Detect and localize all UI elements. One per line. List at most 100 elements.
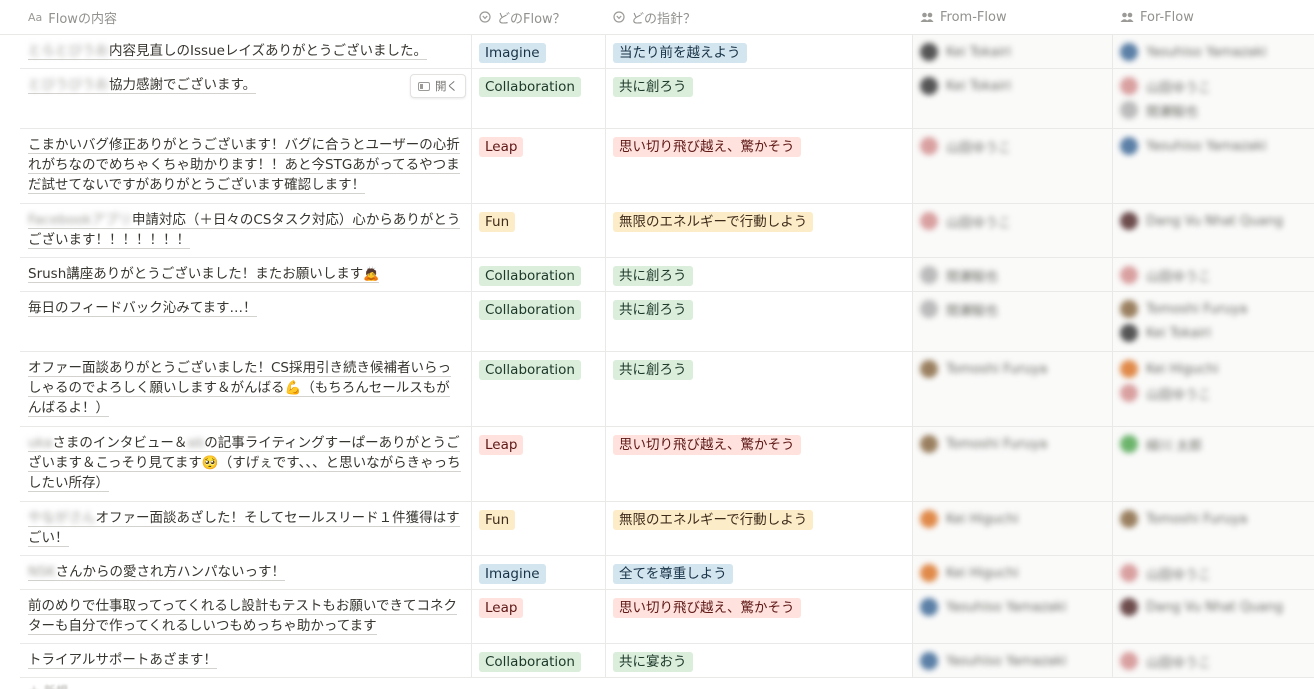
from-flow-cell[interactable]: Kei Tokairi — [912, 69, 1112, 128]
flow-content-cell[interactable]: やながさんオファー面談あざした！そしてセールスリード１件獲得はすごい！ — [20, 502, 471, 555]
table-row[interactable]: とらとびうお内容見直しのIssueレイズありがとうございました。 Imagine 当… — [20, 35, 1314, 69]
new-row-button[interactable]: ＋ 新規 — [28, 682, 68, 689]
open-page-button[interactable]: 開く — [410, 74, 466, 98]
shishin-select-cell[interactable]: 共に創ろう — [605, 69, 912, 128]
table-row[interactable]: オファー面談ありがとうございました！CS採用引き続き候補者いらっしゃるのでよろし… — [20, 352, 1314, 427]
person-chip: Yasuhiso Yamazaki — [920, 651, 1104, 671]
column-divider — [471, 35, 472, 678]
flow-select-cell[interactable]: Imagine — [471, 556, 605, 589]
flow-content-cell[interactable]: Srush講座ありがとうございました！またお願いします🙇 — [20, 258, 471, 291]
flow-content-part: 前のめりで仕事取ってってくれるし設計もテストもお願いできてコネクターも自分で作っ… — [28, 598, 458, 634]
column-header-from[interactable]: From-Flow — [912, 0, 1112, 34]
column-header-for-label: For-Flow — [1140, 9, 1194, 25]
table-row[interactable]: 毎日のフィードバック沁みてます…！ Collaboration 共に創ろう 間瀬駿也 T… — [20, 292, 1314, 352]
for-flow-cell[interactable]: 山田ゆうこ — [1112, 644, 1314, 677]
for-flow-cell[interactable]: 山田ゆうこ — [1112, 258, 1314, 291]
table-header: Aa Flowの内容 どのFlow？ どの指針？ From-Flow For-F… — [0, 0, 1314, 35]
flow-select-cell[interactable]: Collaboration — [471, 292, 605, 351]
column-header-shishin[interactable]: どの指針？ — [605, 0, 912, 34]
from-flow-cell[interactable]: Yasuhiso Yamazaki — [912, 644, 1112, 677]
column-header-title[interactable]: Aa Flowの内容 — [20, 0, 471, 34]
for-flow-cell[interactable]: 緑川 太郎 — [1112, 427, 1314, 501]
flow-select-cell[interactable]: Collaboration — [471, 258, 605, 291]
for-flow-cell[interactable]: 山田ゆうこ — [1112, 556, 1314, 589]
shishin-select-cell[interactable]: 当たり前を越えよう — [605, 35, 912, 68]
flow-content-cell[interactable]: オファー面談ありがとうございました！CS採用引き続き候補者いらっしゃるのでよろし… — [20, 352, 471, 426]
table-row[interactable]: Facebookアプリ申請対応（＋日々のCSタスク対応）心からありがとうございま… — [20, 204, 1314, 258]
person-chip: 山田ゆうこ — [1120, 651, 1306, 671]
flow-content-cell[interactable]: 前のめりで仕事取ってってくれるし設計もテストもお願いできてコネクターも自分で作っ… — [20, 590, 471, 643]
shishin-select-cell[interactable]: 思い切り飛び越え、驚かそう — [605, 590, 912, 643]
flow-select-cell[interactable]: Leap — [471, 427, 605, 501]
flow-tag: Collaboration — [479, 300, 581, 320]
person-chip: 山田ゆうこ — [1120, 383, 1306, 403]
shishin-select-cell[interactable]: 共に創ろう — [605, 292, 912, 351]
flow-select-cell[interactable]: Leap — [471, 129, 605, 203]
from-flow-cell[interactable]: Tomoshi Furuya — [912, 352, 1112, 426]
table-row[interactable]: Srush講座ありがとうございました！またお願いします🙇 Collaboratio… — [20, 258, 1314, 292]
flow-content-cell[interactable]: とびうびうお協力感謝でございます。 開く — [20, 69, 471, 128]
table-row[interactable]: やながさんオファー面談あざした！そしてセールスリード１件獲得はすごい！ Fun 無限… — [20, 502, 1314, 556]
from-flow-cell[interactable]: Yasuhiso Yamazaki — [912, 590, 1112, 643]
from-flow-cell[interactable]: 山田ゆうこ — [912, 204, 1112, 257]
flow-select-cell[interactable]: Collaboration — [471, 352, 605, 426]
flow-content-cell[interactable]: Facebookアプリ申請対応（＋日々のCSタスク対応）心からありがとうございま… — [20, 204, 471, 257]
shishin-tag: 共に創ろう — [613, 77, 693, 97]
shishin-tag: 無限のエネルギーで行動しよう — [613, 212, 814, 232]
shishin-select-cell[interactable]: 思い切り飛び越え、驚かそう — [605, 427, 912, 501]
table-row[interactable]: ukaさまのインタビュー＆abの記事ライティングすーぱーありがとうございます＆こ… — [20, 427, 1314, 502]
flow-content-cell[interactable]: NSKさんからの愛され方ハンパないっす！ — [20, 556, 471, 589]
column-header-for[interactable]: For-Flow — [1112, 0, 1314, 34]
from-flow-cell[interactable]: 間瀬駿也 — [912, 258, 1112, 291]
person-chip: Kei Tokairi — [920, 42, 1104, 62]
for-flow-cell[interactable]: Yasuhiso Yamazaki — [1112, 35, 1314, 68]
flow-content-cell[interactable]: 毎日のフィードバック沁みてます…！ — [20, 292, 471, 351]
shishin-select-cell[interactable]: 共に創ろう — [605, 352, 912, 426]
table-row[interactable]: トライアルサポートあざます！ Collaboration 共に宴おう Yasuhiso… — [20, 644, 1314, 678]
for-flow-cell[interactable]: Dang Vu Nhat Quang — [1112, 204, 1314, 257]
table-row[interactable]: 前のめりで仕事取ってってくれるし設計もテストもお願いできてコネクターも自分で作っ… — [20, 590, 1314, 644]
flow-content-cell[interactable]: トライアルサポートあざます！ — [20, 644, 471, 677]
flow-content-text: オファー面談ありがとうございました！CS採用引き続き候補者いらっしゃるのでよろし… — [28, 360, 451, 417]
for-flow-cell[interactable]: Dang Vu Nhat Quang — [1112, 590, 1314, 643]
flow-select-cell[interactable]: Fun — [471, 502, 605, 555]
shishin-select-cell[interactable]: 共に宴おう — [605, 644, 912, 677]
for-flow-cell[interactable]: Tomoshi Furuya — [1112, 502, 1314, 555]
avatar — [1120, 435, 1138, 453]
shishin-select-cell[interactable]: 思い切り飛び越え、驚かそう — [605, 129, 912, 203]
from-flow-cell[interactable]: 間瀬駿也 — [912, 292, 1112, 351]
flow-select-cell[interactable]: Collaboration — [471, 69, 605, 128]
from-flow-cell[interactable]: Tomoshi Furuya — [912, 427, 1112, 501]
flow-content-part: こまかいバグ修正ありがとうございます！バグに合うとユーザーの心折れがちなのでめち… — [28, 137, 460, 193]
person-chip: Yasuhiso Yamazaki — [920, 597, 1104, 617]
flow-select-cell[interactable]: Fun — [471, 204, 605, 257]
shishin-select-cell[interactable]: 全てを尊重しよう — [605, 556, 912, 589]
flow-select-cell[interactable]: Collaboration — [471, 644, 605, 677]
shishin-select-cell[interactable]: 共に創ろう — [605, 258, 912, 291]
flow-content-cell[interactable]: ukaさまのインタビュー＆abの記事ライティングすーぱーありがとうございます＆こ… — [20, 427, 471, 501]
new-row-label: 新規 — [44, 684, 68, 689]
table-row[interactable]: NSKさんからの愛され方ハンパないっす！ Imagine 全てを尊重しよう Kei H… — [20, 556, 1314, 590]
flow-content-text: とらとびうお内容見直しのIssueレイズありがとうございました。 — [28, 43, 428, 60]
table-row[interactable]: とびうびうお協力感謝でございます。 開く Collaboration 共に創ろう Kei… — [20, 69, 1314, 129]
from-flow-cell[interactable]: Kei Higuchi — [912, 556, 1112, 589]
flow-content-cell[interactable]: とらとびうお内容見直しのIssueレイズありがとうございました。 — [20, 35, 471, 68]
for-flow-cell[interactable]: Yasuhiso Yamazaki — [1112, 129, 1314, 203]
flow-select-cell[interactable]: Leap — [471, 590, 605, 643]
flow-content-part: さんからの愛され方ハンパないっす！ — [55, 564, 286, 580]
shishin-select-cell[interactable]: 無限のエネルギーで行動しよう — [605, 502, 912, 555]
for-flow-cell[interactable]: Kei Higuchi 山田ゆうこ — [1112, 352, 1314, 426]
from-flow-cell[interactable]: Kei Higuchi — [912, 502, 1112, 555]
avatar — [920, 77, 938, 95]
shishin-select-cell[interactable]: 無限のエネルギーで行動しよう — [605, 204, 912, 257]
flow-content-cell[interactable]: こまかいバグ修正ありがとうございます！バグに合うとユーザーの心折れがちなのでめち… — [20, 129, 471, 203]
flow-select-cell[interactable]: Imagine — [471, 35, 605, 68]
for-flow-cell[interactable]: 山田ゆうこ 間瀬駿也 — [1112, 69, 1314, 128]
column-header-flow[interactable]: どのFlow？ — [471, 0, 605, 34]
avatar — [920, 137, 938, 155]
for-flow-cell[interactable]: Tomoshi Furuya Kei Tokairi — [1112, 292, 1314, 351]
from-flow-cell[interactable]: 山田ゆうこ — [912, 129, 1112, 203]
from-flow-cell[interactable]: Kei Tokairi — [912, 35, 1112, 68]
table-row[interactable]: こまかいバグ修正ありがとうございます！バグに合うとユーザーの心折れがちなのでめち… — [20, 129, 1314, 204]
flow-content-part: 協力感謝でございます。 — [109, 77, 257, 93]
